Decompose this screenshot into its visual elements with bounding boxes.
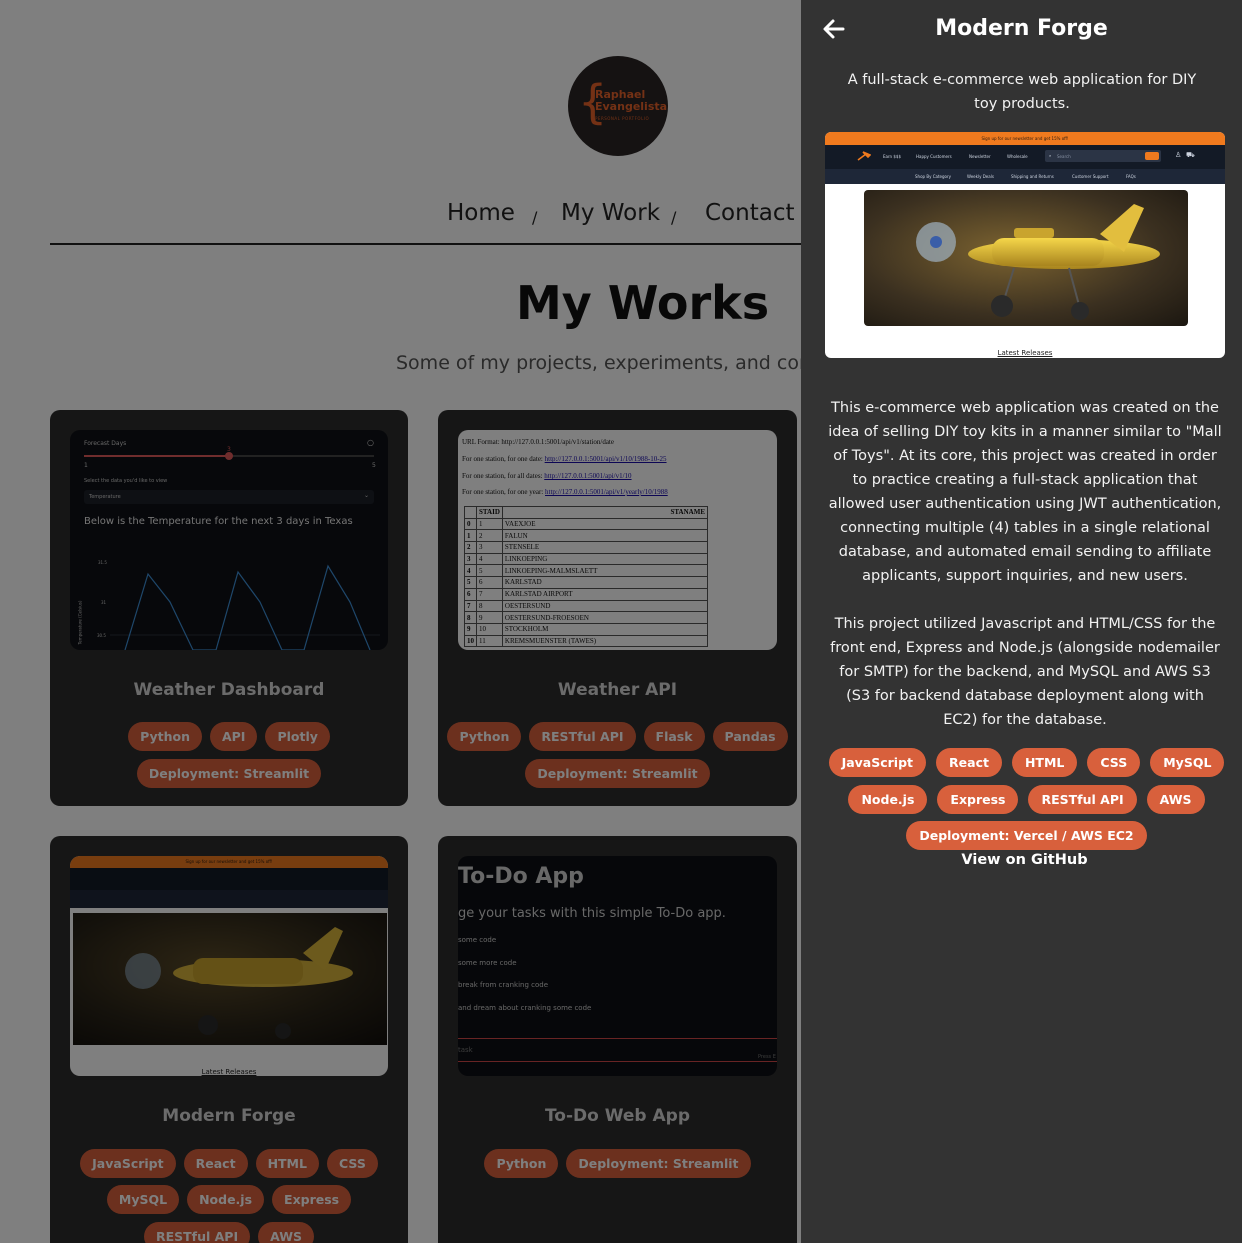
tag: AWS <box>1146 785 1205 814</box>
tag: Express <box>937 785 1019 814</box>
panel-summary: A full-stack e-commerce web application … <box>847 72 1197 112</box>
tag: CSS <box>1087 748 1141 777</box>
project-screenshot: Sign up for our newsletter and get 15% o… <box>825 132 1225 358</box>
tag: MySQL <box>1150 748 1225 777</box>
tag: Node.js <box>848 785 928 814</box>
hammer-logo-icon <box>857 151 871 161</box>
tag-row: JavaScript React HTML CSS MySQL <box>806 748 1242 777</box>
tag: HTML <box>1011 748 1078 777</box>
shop-subnav-item[interactable]: FAQs <box>1126 174 1136 179</box>
tag-row: Node.js Express RESTful API AWS <box>806 785 1242 814</box>
panel-tech-description: This project utilized Javascript and HTM… <box>830 616 1220 728</box>
cart-icon[interactable]: ⛟ <box>1186 151 1195 160</box>
latest-releases-label: Latest Releases <box>997 349 1053 357</box>
shop-banner: Sign up for our newsletter and get 15% o… <box>825 132 1225 145</box>
shop-nav-item[interactable]: Wholesale <box>1007 154 1028 159</box>
search-icon: ⌕ <box>1049 153 1052 158</box>
shop-subnav-item[interactable]: Shop By Category <box>915 174 951 179</box>
tag-row: Deployment: Vercel / AWS EC2 <box>806 821 1242 850</box>
shop-nav: Earn $$$ Happy Customers Newsletter Whol… <box>825 145 1225 169</box>
toy-plane-image <box>864 190 1188 326</box>
shop-nav-item[interactable]: Earn $$$ <box>883 154 901 159</box>
tag: RESTful API <box>1028 785 1137 814</box>
panel-description: This e-commerce web application was crea… <box>828 400 1222 584</box>
view-on-github-link[interactable]: View on GitHub <box>801 852 1242 868</box>
tag: JavaScript <box>828 748 927 777</box>
shop-subnav-item[interactable]: Customer Support <box>1072 174 1109 179</box>
user-icon[interactable]: ♙ <box>1175 151 1181 159</box>
shop-nav-item[interactable]: Happy Customers <box>916 154 952 159</box>
tag: React <box>936 748 1002 777</box>
project-detail-panel: Modern Forge A full-stack e-commerce web… <box>801 0 1242 1243</box>
shop-subnav: Shop By Category Weekly Deals Shipping a… <box>825 169 1225 184</box>
shop-search-input[interactable]: ⌕ Search <box>1045 150 1161 162</box>
shop-subnav-item[interactable]: Weekly Deals <box>967 174 994 179</box>
shop-nav-item[interactable]: Newsletter <box>969 154 991 159</box>
shop-subnav-item[interactable]: Shipping and Returns <box>1011 174 1054 179</box>
search-placeholder: Search <box>1057 154 1071 159</box>
tag: Deployment: Vercel / AWS EC2 <box>906 821 1147 850</box>
panel-title: Modern Forge <box>935 16 1108 41</box>
search-button[interactable] <box>1145 152 1159 160</box>
